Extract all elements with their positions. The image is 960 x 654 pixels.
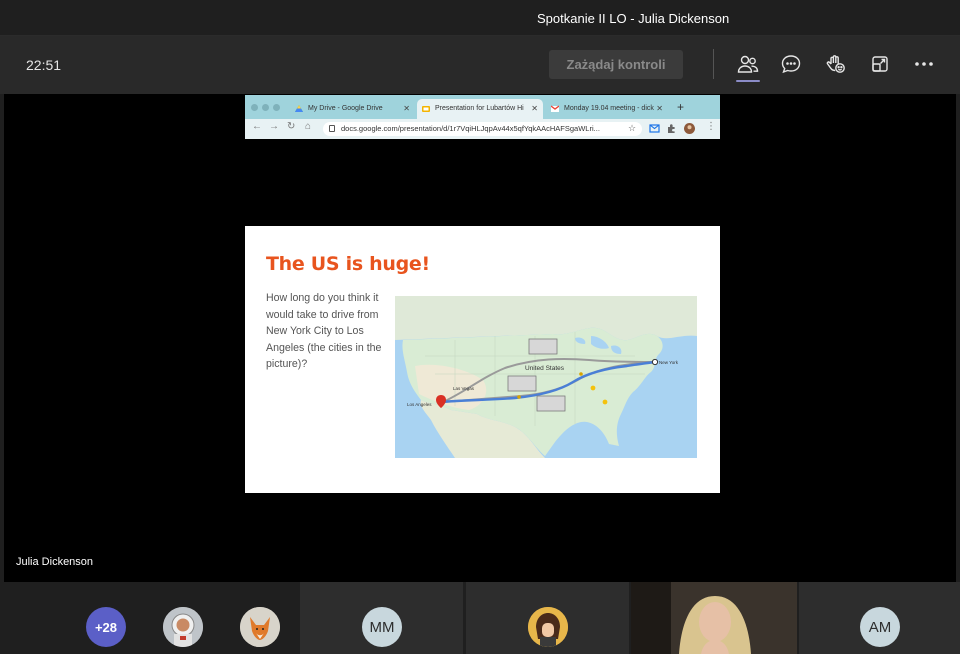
- request-control-button[interactable]: Zażądaj kontroli: [549, 50, 683, 79]
- map-label-lv: Las Vegas: [453, 386, 475, 391]
- map-label-ny: New York: [659, 360, 679, 365]
- puzzle-icon[interactable]: [666, 123, 677, 134]
- fox-avatar-icon: [240, 607, 280, 647]
- tab-label: My Drive - Google Drive: [308, 105, 383, 112]
- meeting-title: Spotkanie II LO - Julia Dickenson: [537, 11, 730, 26]
- slide-title: The US is huge!: [266, 253, 430, 275]
- title-bar: Spotkanie II LO - Julia Dickenson: [0, 0, 960, 36]
- map-pin: [590, 385, 596, 391]
- presentation-slide: The US is huge! How long do you think it…: [245, 226, 720, 493]
- route-map: United States New York Los Angeles Las V…: [395, 296, 697, 458]
- forward-icon[interactable]: →: [269, 121, 279, 132]
- people-icon[interactable]: [733, 49, 763, 79]
- home-icon[interactable]: ⌂: [305, 121, 311, 132]
- browser-tab-presentation[interactable]: Presentation for Lubartów Hi ✕: [417, 99, 543, 119]
- close-icon[interactable]: ✕: [531, 99, 538, 119]
- reload-icon[interactable]: ↻: [287, 121, 295, 132]
- chat-icon[interactable]: [776, 49, 806, 79]
- url-text: docs.google.com/presentation/d/1r7VqiHLJ…: [341, 124, 600, 133]
- route-stop: [579, 372, 583, 376]
- avatar[interactable]: [528, 607, 568, 647]
- tab-label: Presentation for Lubartów Hi: [435, 105, 524, 112]
- avatar[interactable]: [240, 607, 280, 647]
- route-stop: [517, 395, 521, 399]
- menu-dots-icon[interactable]: ⋮: [706, 121, 716, 132]
- new-york-marker: [651, 358, 659, 366]
- new-tab-icon[interactable]: +: [677, 100, 684, 114]
- tab-label: Monday 19.04 meeting - dick: [564, 105, 654, 112]
- close-icon[interactable]: ✕: [656, 99, 663, 119]
- back-icon[interactable]: ←: [252, 121, 262, 132]
- lock-icon: [329, 125, 335, 132]
- participant-video[interactable]: [631, 582, 797, 654]
- route-info-box: [507, 375, 537, 392]
- google-slides-icon: [422, 106, 430, 112]
- stage-edge: [0, 94, 4, 582]
- browser-tab-strip: My Drive - Google Drive ✕ Presentation f…: [245, 95, 720, 119]
- route-info-box: [536, 395, 566, 412]
- more-participants-badge[interactable]: +28: [86, 607, 126, 647]
- route-info-box: [528, 338, 558, 355]
- slide-question: How long do you think it would take to d…: [266, 292, 382, 370]
- webcam-feed: [631, 582, 797, 654]
- extension-icon[interactable]: [649, 123, 660, 134]
- avatar[interactable]: MM: [362, 607, 402, 647]
- map-label-la: Los Angeles: [407, 402, 432, 407]
- avatar[interactable]: [163, 607, 203, 647]
- map-label-us: United States: [525, 365, 565, 372]
- anime-avatar-icon: [528, 607, 568, 647]
- address-bar[interactable]: docs.google.com/presentation/d/1r7VqiHLJ…: [323, 122, 642, 136]
- map-canada: [395, 296, 697, 341]
- active-tab-indicator: [736, 80, 760, 82]
- toolbar-divider: [713, 49, 714, 79]
- browser-tab-drive[interactable]: My Drive - Google Drive ✕: [290, 99, 415, 119]
- rooms-icon[interactable]: [865, 49, 895, 79]
- presenter-name: Julia Dickenson: [16, 556, 94, 568]
- map-pin: [602, 399, 608, 405]
- astronaut-avatar-icon: [163, 607, 203, 647]
- raise-hand-icon[interactable]: [821, 49, 851, 79]
- browser-nav-bar: ← → ↻ ⌂ docs.google.com/presentation/d/1…: [245, 119, 720, 139]
- browser-tab-gmail[interactable]: Monday 19.04 meeting - dick ✕: [546, 99, 668, 119]
- avatar[interactable]: AM: [860, 607, 900, 647]
- google-drive-icon: [295, 105, 303, 112]
- stage-edge: [956, 94, 960, 582]
- close-icon[interactable]: ✕: [403, 99, 410, 119]
- profile-icon[interactable]: [684, 123, 695, 134]
- gmail-icon: [551, 105, 559, 112]
- meeting-toolbar: 22:51 Zażądaj kontroli: [0, 36, 960, 94]
- meeting-timer: 22:51: [26, 57, 62, 73]
- shared-screen: My Drive - Google Drive ✕ Presentation f…: [245, 95, 720, 581]
- bookmark-star-icon[interactable]: ☆: [628, 123, 636, 134]
- more-icon[interactable]: [909, 49, 939, 79]
